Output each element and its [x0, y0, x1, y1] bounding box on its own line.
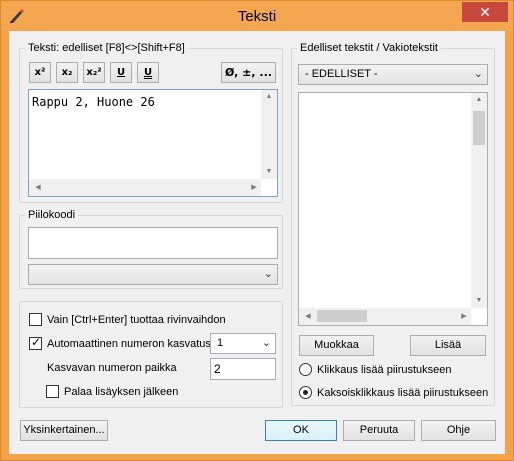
dialog-client: Teksti: edelliset [F8]<>[Shift+F8] x² x₂…: [9, 31, 505, 454]
previous-texts-group: Edelliset tekstit / Vakiotekstit - EDELL…: [291, 42, 495, 406]
hidden-code-group: Piilokoodi ⌄: [19, 209, 283, 289]
auto-increment-value: 1: [217, 337, 224, 349]
increment-position-input[interactable]: 2: [210, 358, 276, 380]
scroll-up-icon[interactable]: ▲: [472, 96, 486, 103]
sub-superscript-icon: x₂²: [86, 67, 102, 78]
chevron-down-icon: ⌄: [263, 268, 273, 280]
title-bar[interactable]: Teksti ✕: [1, 1, 513, 31]
subscript-button[interactable]: x₂: [56, 62, 78, 83]
auto-increment-checkbox[interactable]: ✓ Automaattinen numeron kasvatus: [29, 335, 211, 350]
previous-texts-dropdown[interactable]: - EDELLISET - ⌄: [298, 64, 488, 85]
radio-click-adds[interactable]: Klikkaus lisää piirustukseen: [299, 363, 452, 376]
superscript-button[interactable]: x²: [29, 62, 51, 83]
text-input-value: Rappu 2, Huone 26: [32, 95, 155, 109]
text-vertical-scrollbar[interactable]: ▲ ▼: [261, 90, 277, 179]
hidden-code-input[interactable]: [28, 227, 278, 259]
ctrl-enter-checkbox[interactable]: Vain [Ctrl+Enter] tuottaa rivinvaihdon: [29, 313, 226, 326]
increment-position-label: Kasvavan numeron paikka: [47, 362, 177, 374]
simplify-button[interactable]: Yksinkertainen...: [20, 420, 108, 441]
return-after-add-checkbox[interactable]: Palaa lisäyksen jälkeen: [46, 385, 178, 398]
list-vertical-scrollbar[interactable]: ▲ ▼: [471, 93, 487, 308]
radio-selected-dot: [303, 390, 308, 395]
ok-button[interactable]: OK: [265, 420, 337, 441]
return-after-add-label: Palaa lisäyksen jälkeen: [64, 385, 179, 398]
scroll-down-icon[interactable]: ▼: [262, 168, 276, 175]
subscript-icon: x₂: [61, 67, 73, 78]
ctrl-enter-label: Vain [Ctrl+Enter] tuottaa rivinvaihdon: [47, 313, 226, 326]
text-group-label: Teksti: edelliset [F8]<>[Shift+F8]: [25, 42, 188, 54]
radio-double-click-adds-circle[interactable]: [299, 386, 312, 399]
symbols-button[interactable]: Ø, ±, ...: [221, 62, 276, 83]
scroll-left-icon[interactable]: ◀: [31, 183, 45, 191]
scroll-right-icon[interactable]: ▶: [247, 183, 261, 191]
list-scroll-thumb[interactable]: [473, 111, 485, 145]
increment-position-value: 2: [214, 362, 221, 376]
dialog-window: Teksti ✕ Teksti: edelliset [F8]<>[Shift+…: [0, 0, 514, 461]
ctrl-enter-checkbox-box[interactable]: [29, 313, 42, 326]
double-underline-icon: U: [143, 67, 153, 78]
superscript-icon: x²: [34, 67, 46, 78]
underline-button[interactable]: U: [110, 62, 132, 83]
edit-button[interactable]: Muokkaa: [299, 335, 374, 356]
close-icon: ✕: [479, 4, 491, 20]
window-title: Teksti: [237, 8, 277, 25]
double-underline-button[interactable]: U: [137, 62, 159, 83]
list-hscroll-thumb[interactable]: [317, 310, 367, 322]
list-horizontal-scrollbar[interactable]: ◀ ▶: [299, 308, 471, 325]
sub-superscript-button[interactable]: x₂²: [83, 62, 105, 83]
radio-double-click-adds[interactable]: Kaksoisklikkaus lisää piirustukseen: [299, 386, 488, 399]
close-button[interactable]: ✕: [462, 2, 508, 22]
chevron-down-icon: ⌄: [261, 337, 271, 349]
chevron-down-icon: ⌄: [473, 68, 483, 80]
radio-click-adds-label: Klikkaus lisää piirustukseen: [317, 363, 452, 376]
auto-increment-dropdown[interactable]: 1 ⌄: [210, 333, 276, 354]
auto-increment-checkbox-box[interactable]: ✓: [29, 335, 42, 350]
add-button[interactable]: Lisää: [410, 335, 486, 356]
text-group: Teksti: edelliset [F8]<>[Shift+F8] x² x₂…: [19, 42, 283, 203]
hidden-code-label: Piilokoodi: [25, 209, 79, 221]
cancel-button[interactable]: Peruuta: [343, 420, 415, 441]
scroll-down-icon[interactable]: ▼: [472, 297, 486, 304]
text-input[interactable]: Rappu 2, Huone 26 ▲ ▼ ◀ ▶: [28, 89, 278, 197]
scroll-right-icon[interactable]: ▶: [457, 312, 471, 320]
return-after-add-checkbox-box[interactable]: [46, 385, 59, 398]
previous-texts-dropdown-value: - EDELLISET -: [305, 68, 378, 80]
previous-texts-list[interactable]: ▲ ▼ ◀ ▶: [298, 92, 488, 326]
radio-double-click-adds-label: Kaksoisklikkaus lisää piirustukseen: [317, 386, 489, 399]
previous-texts-label: Edelliset tekstit / Vakiotekstit: [297, 42, 441, 54]
auto-increment-label: Automaattinen numeron kasvatus: [47, 337, 211, 350]
help-button[interactable]: Ohje: [421, 420, 496, 441]
checkmark-icon: ✓: [31, 335, 42, 349]
underline-icon: U: [116, 67, 126, 78]
radio-click-adds-circle[interactable]: [299, 363, 312, 376]
text-horizontal-scrollbar[interactable]: ◀ ▶: [29, 179, 261, 196]
hidden-code-dropdown[interactable]: ⌄: [28, 264, 278, 285]
scroll-left-icon[interactable]: ◀: [301, 312, 315, 320]
scroll-up-icon[interactable]: ▲: [262, 93, 276, 100]
